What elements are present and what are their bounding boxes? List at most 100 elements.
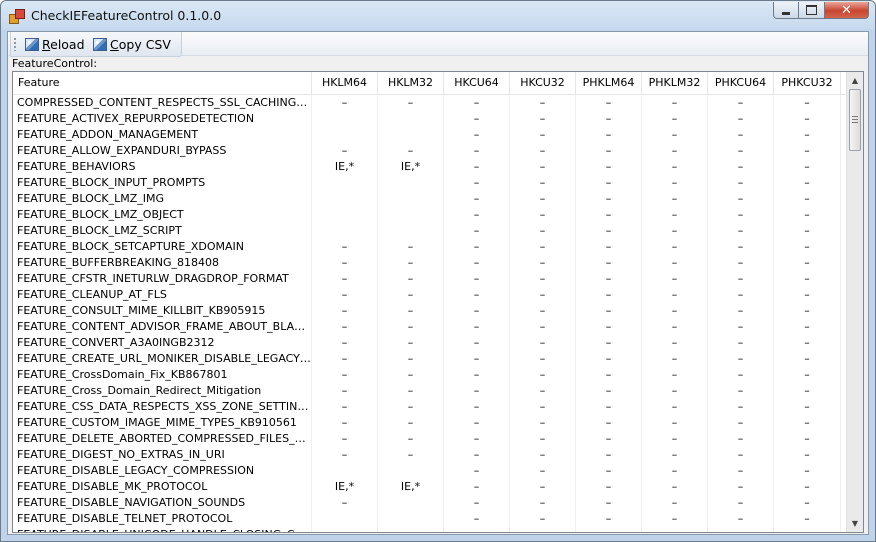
- value-cell[interactable]: –: [576, 191, 642, 207]
- table-row[interactable]: FEATURE_BLOCK_INPUT_PROMPTS – – – – – –: [13, 175, 845, 191]
- value-cell[interactable]: –: [774, 127, 841, 143]
- value-cell[interactable]: [312, 463, 378, 479]
- value-cell[interactable]: –: [378, 143, 444, 159]
- feature-name-cell[interactable]: FEATURE_DISABLE_TELNET_PROTOCOL: [13, 511, 312, 527]
- value-cell[interactable]: –: [774, 367, 841, 383]
- app-icon[interactable]: [9, 9, 25, 24]
- table-row[interactable]: FEATURE_CONTENT_ADVISOR_FRAME_ABOUT_BLAN…: [13, 319, 845, 335]
- table-row[interactable]: COMPRESSED_CONTENT_RESPECTS_SSL_CACHING_…: [13, 95, 845, 111]
- value-cell[interactable]: –: [576, 335, 642, 351]
- value-cell[interactable]: –: [312, 95, 378, 111]
- value-cell[interactable]: –: [444, 111, 510, 127]
- value-cell[interactable]: –: [444, 431, 510, 447]
- value-cell[interactable]: –: [576, 239, 642, 255]
- value-cell[interactable]: –: [708, 319, 774, 335]
- value-cell[interactable]: –: [708, 127, 774, 143]
- value-cell[interactable]: [312, 111, 378, 127]
- column-header-phklm64[interactable]: PHKLM64: [576, 72, 642, 94]
- reload-button[interactable]: Reload: [25, 35, 85, 53]
- value-cell[interactable]: [312, 223, 378, 239]
- table-row[interactable]: FEATURE_CFSTR_INETURLW_DRAGDROP_FORMAT – –…: [13, 271, 845, 287]
- value-cell[interactable]: IE,*: [312, 159, 378, 175]
- value-cell[interactable]: –: [774, 463, 841, 479]
- value-cell[interactable]: –: [444, 239, 510, 255]
- value-cell[interactable]: –: [510, 95, 576, 111]
- table-row[interactable]: FEATURE_DISABLE_LEGACY_COMPRESSION – – – – – –: [13, 463, 845, 479]
- value-cell[interactable]: –: [312, 271, 378, 287]
- value-cell[interactable]: –: [576, 367, 642, 383]
- value-cell[interactable]: –: [510, 383, 576, 399]
- value-cell[interactable]: –: [642, 239, 708, 255]
- value-cell[interactable]: –: [576, 415, 642, 431]
- value-cell[interactable]: –: [642, 511, 708, 527]
- value-cell[interactable]: [312, 127, 378, 143]
- value-cell[interactable]: –: [444, 319, 510, 335]
- table-row[interactable]: FEATURE_CONVERT_A3A0INGB2312– – – – – – – –: [13, 335, 845, 351]
- value-cell[interactable]: –: [708, 351, 774, 367]
- value-cell[interactable]: –: [642, 367, 708, 383]
- value-cell[interactable]: –: [774, 527, 841, 532]
- value-cell[interactable]: –: [444, 415, 510, 431]
- value-cell[interactable]: –: [444, 191, 510, 207]
- value-cell[interactable]: IE,*: [312, 479, 378, 495]
- value-cell[interactable]: –: [774, 271, 841, 287]
- value-cell[interactable]: –: [774, 159, 841, 175]
- scroll-up-icon[interactable]: ▲: [847, 72, 863, 89]
- value-cell[interactable]: –: [576, 223, 642, 239]
- value-cell[interactable]: –: [576, 127, 642, 143]
- table-row[interactable]: FEATURE_CREATE_URL_MONIKER_DISABLE_LEGAC…: [13, 351, 845, 367]
- value-cell[interactable]: –: [774, 479, 841, 495]
- feature-name-cell[interactable]: FEATURE_BLOCK_LMZ_IMG: [13, 191, 312, 207]
- value-cell[interactable]: –: [708, 399, 774, 415]
- feature-name-cell[interactable]: FEATURE_BLOCK_LMZ_OBJECT: [13, 207, 312, 223]
- table-row[interactable]: FEATURE_ADDON_MANAGEMENT – – – – – –: [13, 127, 845, 143]
- column-header-hkcu32[interactable]: HKCU32: [510, 72, 576, 94]
- value-cell[interactable]: –: [576, 383, 642, 399]
- feature-name-cell[interactable]: FEATURE_ACTIVEX_REPURPOSEDETECTION: [13, 111, 312, 127]
- value-cell[interactable]: –: [444, 351, 510, 367]
- table-row[interactable]: FEATURE_BLOCK_LMZ_IMG – – – – – –: [13, 191, 845, 207]
- maximize-button[interactable]: [799, 2, 825, 19]
- value-cell[interactable]: –: [444, 463, 510, 479]
- value-cell[interactable]: –: [444, 335, 510, 351]
- value-cell[interactable]: –: [378, 431, 444, 447]
- scroll-thumb[interactable]: [849, 89, 861, 151]
- value-cell[interactable]: –: [510, 287, 576, 303]
- value-cell[interactable]: –: [708, 271, 774, 287]
- table-row[interactable]: FEATURE_DELETE_ABORTED_COMPRESSED_FILES_…: [13, 431, 845, 447]
- feature-name-cell[interactable]: FEATURE_CrossDomain_Fix_KB867801: [13, 367, 312, 383]
- column-header-hkcu64[interactable]: HKCU64: [444, 72, 510, 94]
- value-cell[interactable]: –: [510, 495, 576, 511]
- value-cell[interactable]: –: [510, 191, 576, 207]
- table-row[interactable]: FEATURE_CSS_DATA_RESPECTS_XSS_ZONE_SETTI…: [13, 399, 845, 415]
- column-header-phklm32[interactable]: PHKLM32: [642, 72, 708, 94]
- value-cell[interactable]: –: [444, 479, 510, 495]
- value-cell[interactable]: –: [774, 495, 841, 511]
- value-cell[interactable]: –: [642, 207, 708, 223]
- value-cell[interactable]: –: [576, 495, 642, 511]
- value-cell[interactable]: –: [576, 207, 642, 223]
- value-cell[interactable]: –: [576, 175, 642, 191]
- value-cell[interactable]: –: [312, 335, 378, 351]
- value-cell[interactable]: –: [642, 95, 708, 111]
- feature-name-cell[interactable]: FEATURE_CFSTR_INETURLW_DRAGDROP_FORMAT: [13, 271, 312, 287]
- value-cell[interactable]: –: [510, 415, 576, 431]
- vertical-scrollbar[interactable]: ▲ ▼: [846, 72, 863, 532]
- feature-name-cell[interactable]: FEATURE_BEHAVIORS: [13, 159, 312, 175]
- value-cell[interactable]: –: [708, 447, 774, 463]
- value-cell[interactable]: –: [444, 367, 510, 383]
- value-cell[interactable]: –: [576, 95, 642, 111]
- feature-name-cell[interactable]: FEATURE_CONVERT_A3A0INGB2312: [13, 335, 312, 351]
- value-cell[interactable]: –: [708, 207, 774, 223]
- value-cell[interactable]: –: [708, 191, 774, 207]
- value-cell[interactable]: –: [642, 223, 708, 239]
- value-cell[interactable]: –: [444, 287, 510, 303]
- value-cell[interactable]: [312, 191, 378, 207]
- value-cell[interactable]: –: [774, 447, 841, 463]
- value-cell[interactable]: –: [708, 511, 774, 527]
- value-cell[interactable]: –: [444, 223, 510, 239]
- value-cell[interactable]: –: [312, 495, 378, 511]
- value-cell[interactable]: [378, 223, 444, 239]
- table-row[interactable]: FEATURE_DIGEST_NO_EXTRAS_IN_URI – – – – – – – –: [13, 447, 845, 463]
- value-cell[interactable]: –: [444, 303, 510, 319]
